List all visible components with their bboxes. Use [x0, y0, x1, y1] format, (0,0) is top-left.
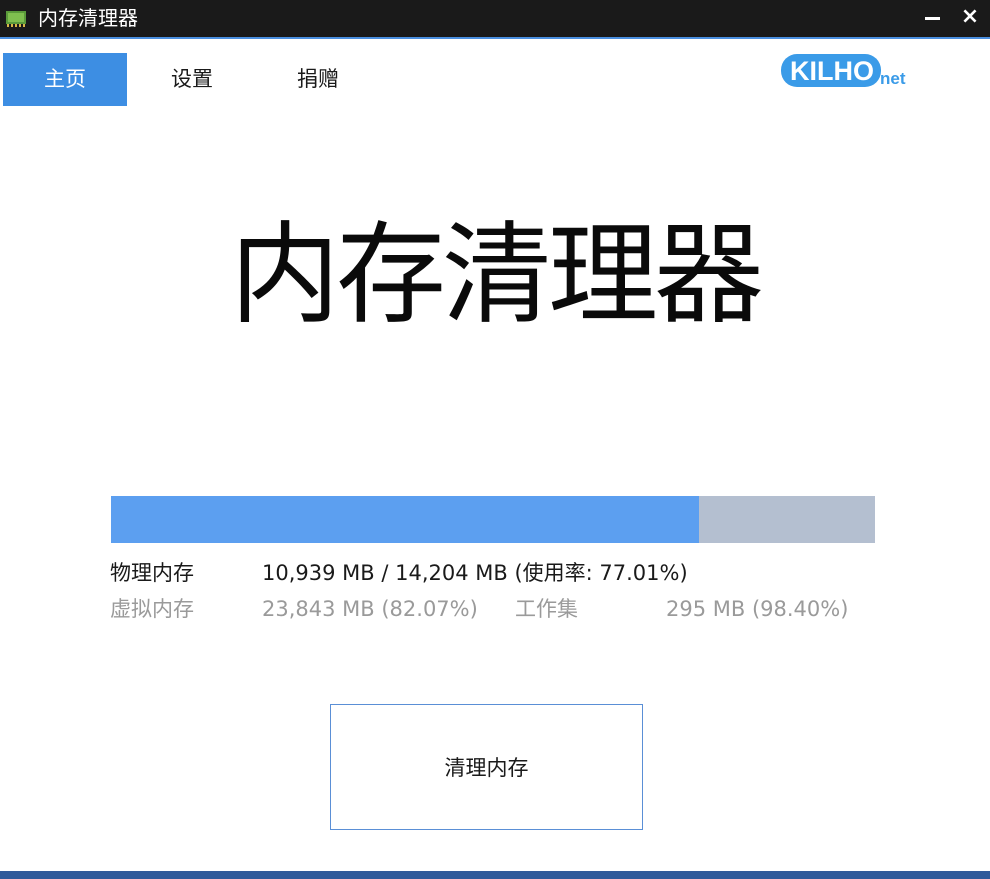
titlebar-accent-line — [0, 37, 990, 39]
title-bar: 内存清理器 × — [0, 0, 990, 37]
clean-memory-button[interactable]: 清理内存 — [330, 704, 643, 830]
kilho-logo[interactable]: KILHO net — [780, 52, 910, 90]
physical-memory-value: 10,939 MB / 14,204 MB (使用率: 77.01%) — [262, 561, 688, 585]
window-title: 内存清理器 — [38, 6, 138, 30]
clean-memory-label: 清理内存 — [444, 756, 529, 780]
close-button[interactable]: × — [955, 3, 985, 31]
memory-chip-icon — [6, 11, 26, 27]
tab-donate[interactable]: 捐赠 — [256, 53, 380, 106]
working-set-label: 工作集 — [515, 597, 578, 621]
logo-text: KILHO — [790, 56, 874, 86]
logo-suffix: net — [880, 69, 906, 88]
close-icon: × — [960, 4, 980, 29]
virtual-memory-value: 23,843 MB (82.07%) — [262, 597, 478, 621]
tab-settings[interactable]: 设置 — [130, 53, 254, 106]
working-set-value: 295 MB (98.40%) — [666, 597, 849, 621]
tab-home[interactable]: 主页 — [3, 53, 127, 106]
memory-usage-fill — [111, 496, 700, 543]
minimize-button[interactable] — [918, 4, 948, 32]
virtual-memory-label: 虚拟内存 — [110, 597, 194, 621]
memory-usage-bar — [111, 496, 875, 543]
bottom-status-strip — [0, 871, 990, 879]
physical-memory-label: 物理内存 — [110, 561, 194, 585]
minimize-icon — [925, 17, 940, 20]
main-heading: 内存清理器 — [230, 211, 764, 339]
